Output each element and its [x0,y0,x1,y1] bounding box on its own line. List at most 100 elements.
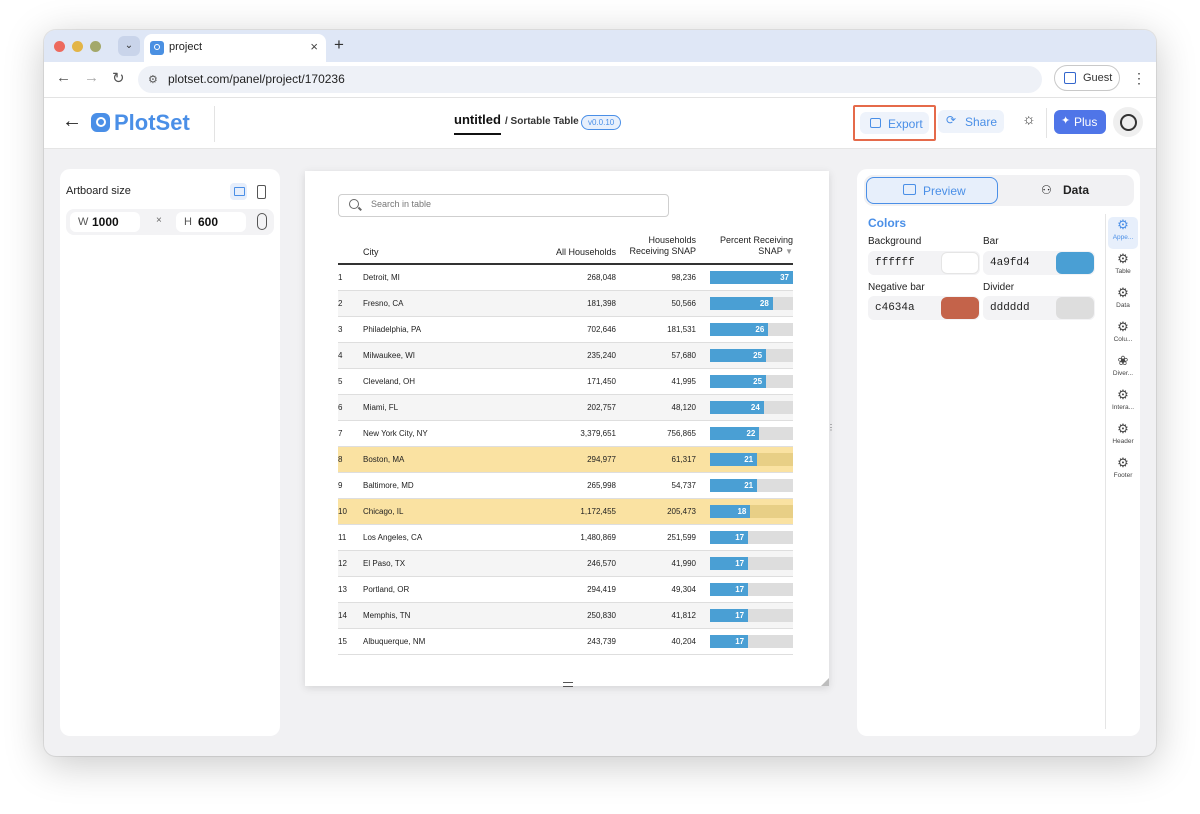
bar-fill: 26 [710,322,769,336]
settings-sidebar-item[interactable]: ❀ Diver... [1108,353,1138,385]
city-cell: Detroit, MI [363,264,513,291]
bar-color-field[interactable]: 4a9fd4 [983,251,1095,275]
all-households-cell: 181,398 [513,290,616,317]
background-swatch[interactable] [941,252,979,274]
percent-snap-header[interactable]: Percent Receiving SNAP ▼ [705,228,793,265]
city-cell: Los Angeles, CA [363,524,513,551]
snap-households-cell: 98,236 [616,264,705,291]
city-cell: El Paso, TX [363,550,513,577]
divider-swatch[interactable] [1056,297,1094,319]
plus-button[interactable]: ✦ Plus [1054,110,1106,134]
bar-label: 22 [746,428,756,438]
settings-sidebar-label: Intera... [1111,404,1135,411]
percent-bar-cell: 26 [705,316,793,343]
new-tab-button[interactable]: + [334,35,344,55]
site-info-icon[interactable]: ⚙ [148,73,158,86]
divider-color-label: Divider [983,282,1015,293]
browser-menu-icon[interactable]: ⋮ [1132,70,1146,87]
table-row: 15 Albuquerque, NM 243,739 40,204 17 [338,628,793,655]
sort-desc-icon[interactable]: ▼ [785,247,793,256]
minimize-window-button[interactable] [72,41,83,52]
table-header-row: City All Households Households Receiving … [338,228,793,265]
all-households-cell: 171,450 [513,368,616,395]
resize-handle-bottom[interactable] [563,682,573,687]
gear-icon: ⚙ [1117,455,1129,470]
tab-close-icon[interactable]: × [310,39,318,54]
bar-swatch[interactable] [1056,252,1094,274]
settings-sidebar-item[interactable]: ⚙ Footer [1108,455,1138,487]
bar-fill: 25 [710,348,767,362]
user-profile-icon[interactable] [1113,107,1143,137]
url-field[interactable]: ⚙ plotset.com/panel/project/170236 [138,66,1042,93]
rank-cell: 2 [338,290,363,317]
tab-preview[interactable]: Preview [866,177,998,204]
project-title[interactable]: untitled [454,112,501,135]
tab-search-icon[interactable]: ⌄ [118,36,140,56]
table-search[interactable] [338,194,669,217]
percent-bar-cell: 17 [705,576,793,603]
city-cell: Miami, FL [363,394,513,421]
back-arrow-icon[interactable]: ← [62,110,82,133]
share-button[interactable]: ⟳ Share [938,110,1004,133]
settings-sidebar-item[interactable]: ⚙ Data [1108,285,1138,317]
households-snap-header[interactable]: Households Receiving SNAP [616,228,705,265]
city-header[interactable]: City [363,228,513,265]
divider-color-field[interactable]: dddddd [983,296,1095,320]
snap-households-cell: 756,865 [616,420,705,447]
all-households-header[interactable]: All Households [513,228,616,265]
bar-label: 24 [750,402,760,412]
rank-cell: 9 [338,472,363,499]
close-window-button[interactable] [54,41,65,52]
percent-bar-cell: 22 [705,420,793,447]
settings-sidebar-item[interactable]: ⚙ Colu... [1108,319,1138,351]
rank-cell: 8 [338,446,363,473]
snap-households-cell: 57,680 [616,342,705,369]
guest-profile-button[interactable]: Guest [1054,65,1120,91]
aspect-lock-icon[interactable] [257,213,267,230]
resize-corner[interactable] [821,678,829,686]
all-households-cell: 1,172,455 [513,498,616,525]
sparkle-icon: ✦ [1061,115,1071,127]
table-row: 12 El Paso, TX 246,570 41,990 17 [338,550,793,577]
width-input[interactable]: W 1000 [70,212,140,232]
all-households-cell: 265,998 [513,472,616,499]
bar-fill: 37 [710,270,793,284]
header-divider [1046,108,1047,138]
city-cell: Cleveland, OH [363,368,513,395]
search-input[interactable] [371,199,651,209]
all-households-cell: 268,048 [513,264,616,291]
all-households-cell: 1,480,869 [513,524,616,551]
browser-tab[interactable]: project × [144,34,326,62]
all-households-cell: 250,830 [513,602,616,629]
bar-fill: 18 [710,504,751,518]
header-line: Households [648,235,696,245]
negative-bar-color-field[interactable]: c4634a [868,296,980,320]
city-cell: Baltimore, MD [363,472,513,499]
desktop-icon[interactable] [230,183,247,200]
back-icon[interactable]: ← [56,69,71,86]
mobile-icon[interactable] [253,183,270,200]
plotset-favicon-icon [150,41,164,55]
bar-label: 18 [737,506,747,516]
settings-sidebar-item[interactable]: ⚙ Header [1108,421,1138,453]
reload-icon[interactable]: ↻ [112,69,125,87]
settings-sidebar-item[interactable]: ⚙ Appe... [1108,217,1138,249]
forward-icon[interactable]: → [84,69,99,86]
resize-handle-right[interactable]: ⋮ [827,423,835,432]
zoom-window-button[interactable] [90,41,101,52]
negative-bar-swatch[interactable] [941,297,979,319]
export-button[interactable]: Export [860,112,929,134]
all-households-cell: 235,240 [513,342,616,369]
background-color-label: Background [868,236,922,247]
table-row: 7 New York City, NY 3,379,651 756,865 22 [338,420,793,447]
share-label: Share [965,115,998,129]
settings-sidebar-item[interactable]: ⚙ Table [1108,251,1138,283]
settings-sidebar-item[interactable]: ⚙ Intera... [1108,387,1138,419]
background-color-field[interactable]: ffffff [868,251,980,275]
theme-toggle-icon[interactable]: ☼ [1022,111,1036,128]
percent-bar: 21 [710,478,793,492]
snap-households-cell: 50,566 [616,290,705,317]
bar-fill: 17 [710,582,749,596]
divider-hex: dddddd [990,302,1030,314]
height-input[interactable]: H 600 [176,212,246,232]
